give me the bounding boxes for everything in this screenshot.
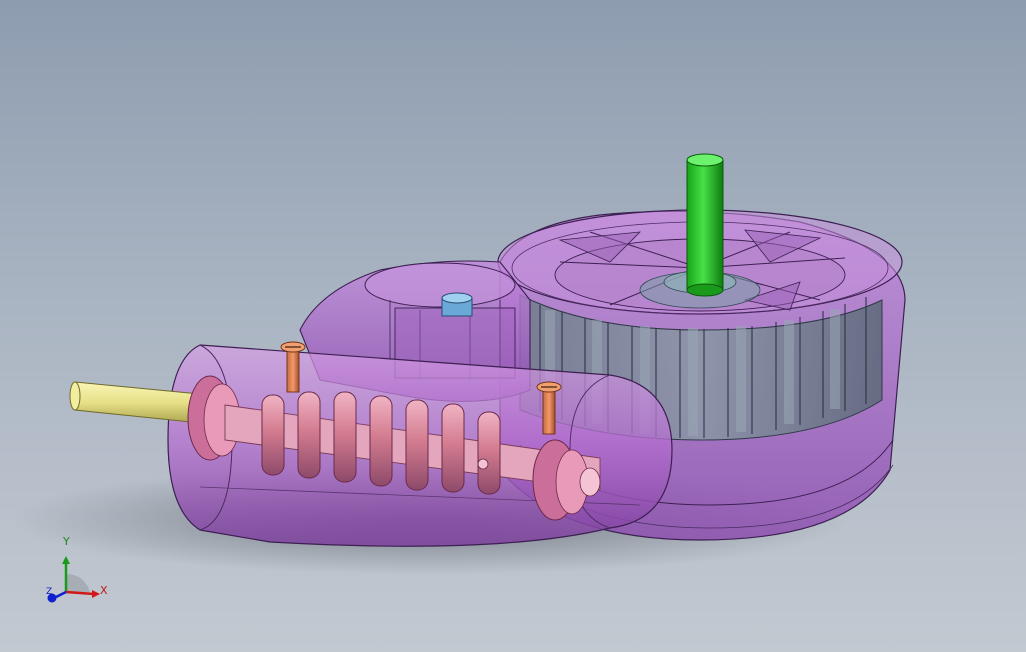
x-axis-arrow bbox=[65, 590, 95, 596]
coordinate-triad[interactable] bbox=[40, 556, 120, 606]
y-axis-label: Y bbox=[63, 535, 70, 548]
graphics-viewport[interactable]: Y X Z bbox=[0, 0, 1026, 652]
triad-plane-indicator bbox=[66, 574, 90, 592]
cad-model-scene[interactable] bbox=[0, 0, 1026, 652]
x-axis-label: X bbox=[100, 584, 108, 597]
x-axis-arrowhead bbox=[92, 590, 100, 598]
y-axis-arrowhead bbox=[62, 556, 70, 564]
drain-plug[interactable] bbox=[441, 292, 473, 317]
z-axis-label: Z bbox=[46, 587, 53, 597]
output-shaft[interactable] bbox=[686, 153, 724, 297]
